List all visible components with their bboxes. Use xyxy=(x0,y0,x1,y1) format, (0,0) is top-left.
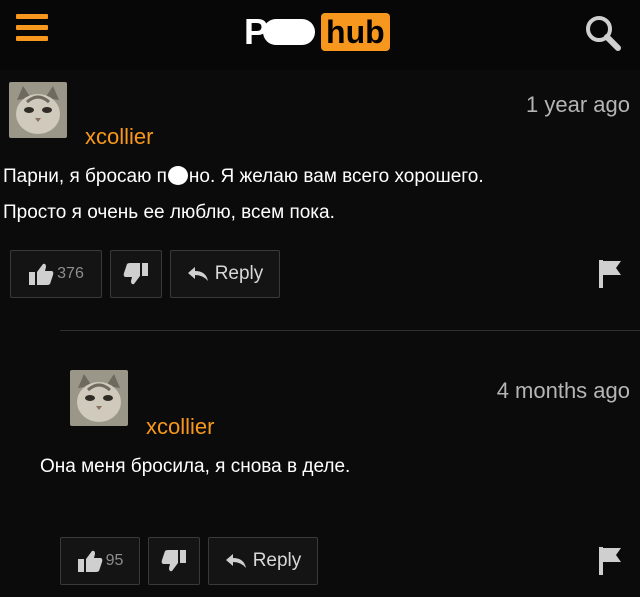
reply-comment-item: xcollier 4 months ago Она меня бросила, … xyxy=(0,0,640,597)
cat-avatar-image xyxy=(70,370,128,426)
flag-icon[interactable] xyxy=(597,545,623,577)
reply-label: Reply xyxy=(252,550,302,571)
avatar[interactable] xyxy=(70,370,128,426)
comment-username[interactable]: xcollier xyxy=(146,414,214,440)
like-count: 95 xyxy=(105,552,124,569)
thumbs-down-icon xyxy=(161,550,186,572)
thumbs-up-icon xyxy=(77,550,102,572)
dislike-button[interactable] xyxy=(148,537,200,585)
like-button[interactable]: 95 xyxy=(60,537,140,585)
reply-arrow-icon xyxy=(225,554,246,568)
reply-button[interactable]: Reply xyxy=(208,537,318,585)
comment-timestamp: 4 months ago xyxy=(496,378,630,403)
comment-text-line: Она меня бросила, я снова в деле. xyxy=(40,456,351,477)
